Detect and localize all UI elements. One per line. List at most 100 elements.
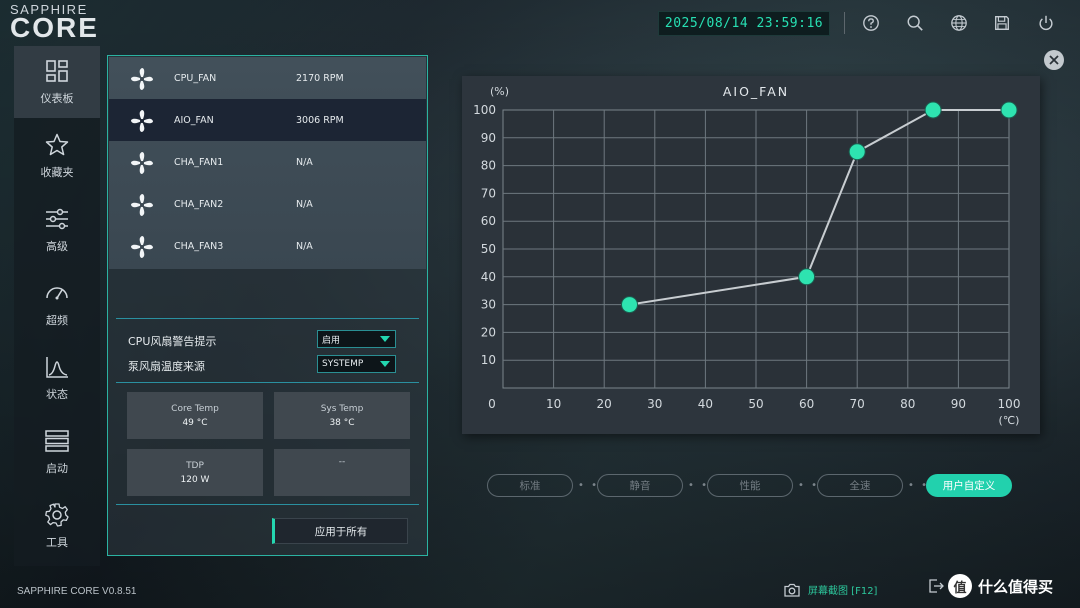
x-tick-label: 0: [488, 397, 496, 411]
tdp-value: 120 W: [180, 474, 210, 485]
fan-warning-select[interactable]: 启用: [317, 330, 396, 348]
fan-row-cha3[interactable]: CHA_FAN3 N/A: [109, 225, 426, 267]
x-tick-label: 100: [998, 397, 1021, 411]
nav-label: 超频: [46, 314, 68, 327]
nav-item-dashboard[interactable]: 仪表板: [14, 46, 100, 118]
chevron-down-icon: [380, 361, 390, 367]
x-tick-label: 90: [951, 397, 966, 411]
curve-point[interactable]: [848, 143, 866, 161]
y-tick-label: 30: [481, 298, 496, 312]
curve-point[interactable]: [621, 296, 638, 314]
nav-item-advanced[interactable]: 高级: [14, 194, 100, 266]
core-temp-card: Core Temp 49 °C: [127, 392, 263, 439]
preset-performance-button[interactable]: 性能: [707, 474, 793, 497]
fan-speed: 2170 RPM: [296, 72, 344, 84]
x-tick-label: 70: [850, 397, 865, 411]
preset-silent-button[interactable]: 静音: [597, 474, 683, 497]
curve-point[interactable]: [1000, 101, 1018, 119]
nav-label: 仪表板: [40, 92, 74, 105]
logo-product: CORE: [10, 12, 99, 43]
y-tick-label: 90: [481, 131, 496, 145]
watermark-text: 什么值得买: [978, 577, 1054, 596]
tdp-card: TDP 120 W: [127, 449, 263, 496]
sidebar-nav: 仪表板 收藏夹 高级 超频 状态 启动 工具: [14, 46, 100, 566]
fan-panel: CPU_FAN 2170 RPM AIO_FAN 3006 RPM CHA_FA…: [107, 55, 428, 556]
fan-speed: N/A: [296, 198, 313, 210]
boot-list-icon: [45, 430, 69, 452]
y-tick-label: 70: [481, 186, 496, 200]
apply-to-all-button[interactable]: 应用于所有: [272, 518, 408, 544]
preset-full-speed-button[interactable]: 全速: [817, 474, 903, 497]
curve-point[interactable]: [924, 101, 942, 119]
fan-curve-chart[interactable]: 0 10 20 30 40 50 60 70 80 90 100 10 20 30 40 50 60 70 80 90…: [462, 76, 1040, 434]
panel-divider: [116, 318, 419, 319]
x-tick-label: 40: [698, 397, 713, 411]
nav-item-status[interactable]: 状态: [14, 342, 100, 414]
close-icon: [1049, 55, 1059, 65]
preset-separator: • •: [578, 480, 599, 491]
temp-source-label: 泵风扇温度来源: [128, 360, 205, 373]
temp-source-value: SYSTEMP: [322, 359, 364, 369]
sys-temp-card: Sys Temp 38 °C: [274, 392, 410, 439]
header-divider: [844, 12, 845, 34]
x-tick-label: 30: [647, 397, 662, 411]
fan-name: CHA_FAN3: [174, 240, 224, 252]
x-tick-label: 10: [546, 397, 561, 411]
fan-speed: N/A: [296, 156, 313, 168]
globe-icon[interactable]: [948, 12, 970, 34]
y-tick-label: 10: [481, 353, 496, 367]
preset-custom-button[interactable]: 用户自定义: [926, 474, 1012, 497]
panel-divider: [116, 504, 419, 505]
close-button[interactable]: [1044, 50, 1064, 70]
temp-source-select[interactable]: SYSTEMP: [317, 355, 396, 373]
sliders-icon: [46, 208, 68, 230]
y-tick-label: 60: [481, 214, 496, 228]
nav-item-favorites[interactable]: 收藏夹: [14, 120, 100, 192]
y-tick-label: 100: [473, 103, 496, 117]
preset-standard-button[interactable]: 标准: [487, 474, 573, 497]
nav-item-boot[interactable]: 启动: [14, 416, 100, 488]
chart-title: AIO_FAN: [723, 84, 789, 99]
x-tick-label: 20: [597, 397, 612, 411]
help-icon[interactable]: [860, 12, 882, 34]
fan-icon: [131, 152, 153, 174]
y-axis-label: (%): [490, 85, 509, 98]
x-axis-label: (℃): [999, 414, 1020, 427]
fan-name: AIO_FAN: [174, 114, 214, 126]
star-icon: [45, 133, 69, 156]
fan-row-cpu[interactable]: CPU_FAN 2170 RPM: [109, 57, 426, 99]
nav-item-tools[interactable]: 工具: [14, 490, 100, 562]
fan-warning-value: 启用: [322, 335, 341, 346]
empty-stat-card: --: [274, 449, 410, 496]
fan-curve-svg: 0 10 20 30 40 50 60 70 80 90 100 10 20 30 40 50 60 70 80 90…: [473, 84, 1021, 427]
fan-row-cha2[interactable]: CHA_FAN2 N/A: [109, 183, 426, 225]
curve-point[interactable]: [798, 268, 816, 286]
dashboard-icon: [46, 60, 68, 82]
fan-icon: [131, 194, 153, 216]
gauge-icon: [46, 287, 68, 300]
search-icon[interactable]: [904, 12, 926, 34]
fan-name: CHA_FAN1: [174, 156, 224, 168]
nav-label: 高级: [46, 240, 68, 253]
fan-icon: [131, 110, 153, 132]
sys-temp-value: 38 °C: [329, 417, 355, 428]
status-chart-icon: [46, 357, 68, 378]
fan-warning-label: CPU风扇警告提示: [128, 335, 217, 348]
fan-row-aio[interactable]: AIO_FAN 3006 RPM: [109, 99, 426, 141]
fan-icon: [131, 236, 153, 258]
power-icon[interactable]: [1035, 12, 1057, 34]
y-tick-label: 20: [481, 325, 496, 339]
exit-icon: [929, 579, 944, 593]
screenshot-button[interactable]: 屏幕截图 [F12]: [784, 582, 877, 597]
tdp-label: TDP: [186, 460, 204, 471]
empty-stat-value: --: [338, 457, 346, 467]
fan-row-cha1[interactable]: CHA_FAN1 N/A: [109, 141, 426, 183]
x-tick-label: 50: [748, 397, 763, 411]
fan-name: CPU_FAN: [174, 72, 217, 84]
nav-label: 收藏夹: [40, 166, 74, 179]
save-icon[interactable]: [991, 12, 1013, 34]
x-tick-label: 80: [900, 397, 915, 411]
fan-name: CHA_FAN2: [174, 198, 224, 210]
nav-item-overclock[interactable]: 超频: [14, 268, 100, 340]
nav-label: 启动: [46, 462, 68, 475]
